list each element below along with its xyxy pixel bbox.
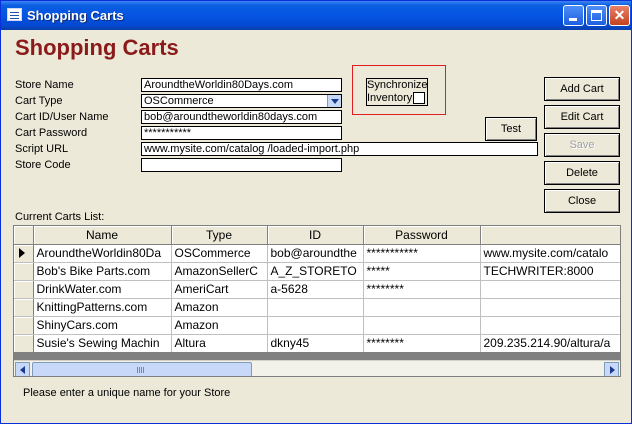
row-selector[interactable] [14, 244, 34, 263]
store-code-field[interactable] [141, 158, 342, 172]
sync-inventory-checkbox[interactable] [413, 92, 425, 104]
cell-type[interactable]: Amazon [171, 298, 268, 317]
sync-label-line2: Inventory [367, 92, 413, 104]
column-header-password[interactable]: Password [363, 226, 481, 245]
table-row[interactable]: Bob's Bike Parts.com AmazonSellerC A_Z_S… [14, 262, 620, 281]
status-message: Please enter a unique name for your Stor… [23, 387, 231, 399]
shopping-carts-window: Shopping Carts ✕ Shopping Carts Store Na… [0, 0, 632, 424]
cell-id[interactable] [267, 316, 364, 335]
save-button[interactable]: Save [544, 133, 620, 157]
cell-password[interactable]: ***** [363, 262, 481, 281]
cell-id[interactable]: a-5628 [267, 280, 364, 299]
carts-grid[interactable]: Name Type ID Password AroundtheWorldin80… [13, 225, 621, 377]
cell-url[interactable]: 209.235.214.90/altura/a [480, 334, 620, 353]
cart-type-value: OSCommerce [144, 95, 214, 107]
add-cart-button[interactable]: Add Cart [544, 77, 620, 101]
test-button[interactable]: Test [485, 117, 537, 141]
cell-password[interactable]: ******** [363, 280, 481, 299]
cell-name[interactable]: DrinkWater.com [33, 280, 172, 299]
cell-name[interactable]: AroundtheWorldin80Da [33, 244, 172, 263]
table-row[interactable]: AroundtheWorldin80Da OSCommerce bob@arou… [14, 244, 620, 263]
cart-id-label: Cart ID/User Name [15, 111, 109, 123]
maximize-button[interactable] [586, 5, 607, 26]
row-selector-header[interactable] [14, 226, 34, 245]
scroll-left-icon[interactable] [15, 362, 30, 376]
cell-url[interactable] [480, 298, 620, 317]
cell-name[interactable]: KnittingPatterns.com [33, 298, 172, 317]
column-header-name[interactable]: Name [33, 226, 172, 245]
window-title: Shopping Carts [27, 8, 124, 23]
grid-empty-area [14, 352, 620, 360]
row-selector[interactable] [14, 334, 34, 353]
cell-password[interactable]: ******** [363, 334, 481, 353]
table-row[interactable]: ShinyCars.com Amazon [14, 316, 620, 335]
column-header-id[interactable]: ID [267, 226, 364, 245]
cell-url[interactable]: TECHWRITER:8000 [480, 262, 620, 281]
cell-password[interactable] [363, 298, 481, 317]
row-selector[interactable] [14, 298, 34, 317]
column-header-type[interactable]: Type [171, 226, 268, 245]
cell-url[interactable] [480, 316, 620, 335]
sync-label-line1: Synchronize [367, 79, 428, 91]
table-row[interactable]: Susie's Sewing Machin Altura dkny45 ****… [14, 334, 620, 353]
page-title: Shopping Carts [15, 35, 179, 60]
edit-cart-button[interactable]: Edit Cart [544, 105, 620, 129]
cell-password[interactable]: *********** [363, 244, 481, 263]
minimize-icon [569, 18, 577, 21]
cell-type[interactable]: OSCommerce [171, 244, 268, 263]
cell-url[interactable]: www.mysite.com/catalo [480, 244, 620, 263]
column-header-url[interactable] [480, 226, 620, 245]
cell-password[interactable] [363, 316, 481, 335]
store-name-field[interactable]: AroundtheWorldin80Days.com [141, 78, 342, 92]
cart-id-field[interactable]: bob@aroundtheworldin80days.com [141, 110, 342, 124]
cart-type-label: Cart Type [15, 95, 63, 107]
cart-password-label: Cart Password [15, 127, 88, 139]
horizontal-scrollbar[interactable] [14, 360, 620, 376]
form-icon [7, 8, 22, 21]
scroll-right-icon[interactable] [604, 362, 619, 376]
cell-url[interactable] [480, 280, 620, 299]
carts-table: Name Type ID Password AroundtheWorldin80… [14, 226, 620, 353]
maximize-icon [591, 10, 602, 21]
close-window-button[interactable]: ✕ [609, 5, 630, 26]
table-row[interactable]: DrinkWater.com AmeriCart a-5628 ******** [14, 280, 620, 299]
cell-name[interactable]: ShinyCars.com [33, 316, 172, 335]
current-row-arrow-icon [19, 248, 25, 258]
cell-name[interactable]: Bob's Bike Parts.com [33, 262, 172, 281]
chevron-down-icon[interactable] [327, 95, 341, 107]
store-name-label: Store Name [15, 79, 74, 91]
script-url-label: Script URL [15, 143, 69, 155]
cell-id[interactable]: A_Z_STORETO [267, 262, 364, 281]
delete-button[interactable]: Delete [544, 161, 620, 185]
script-url-field[interactable]: www.mysite.com/catalog /loaded-import.ph… [141, 142, 538, 156]
cell-type[interactable]: AmeriCart [171, 280, 268, 299]
row-selector[interactable] [14, 316, 34, 335]
cell-type[interactable]: AmazonSellerC [171, 262, 268, 281]
cell-type[interactable]: Amazon [171, 316, 268, 335]
cell-id[interactable]: bob@aroundthe [267, 244, 364, 263]
cell-id[interactable]: dkny45 [267, 334, 364, 353]
cart-password-field[interactable]: *********** [141, 126, 342, 140]
title-bar[interactable]: Shopping Carts ✕ [1, 1, 631, 30]
store-code-label: Store Code [15, 159, 71, 171]
cart-type-select[interactable]: OSCommerce [141, 94, 342, 108]
cell-type[interactable]: Altura [171, 334, 268, 353]
table-row[interactable]: KnittingPatterns.com Amazon [14, 298, 620, 317]
minimize-button[interactable] [563, 5, 584, 26]
cell-id[interactable] [267, 298, 364, 317]
close-button[interactable]: Close [544, 189, 620, 213]
row-selector[interactable] [14, 262, 34, 281]
table-header-row: Name Type ID Password [14, 226, 620, 245]
close-icon: ✕ [613, 7, 626, 23]
row-selector[interactable] [14, 280, 34, 299]
cell-name[interactable]: Susie's Sewing Machin [33, 334, 172, 353]
carts-list-label: Current Carts List: [15, 211, 105, 223]
scroll-thumb[interactable] [32, 362, 252, 376]
